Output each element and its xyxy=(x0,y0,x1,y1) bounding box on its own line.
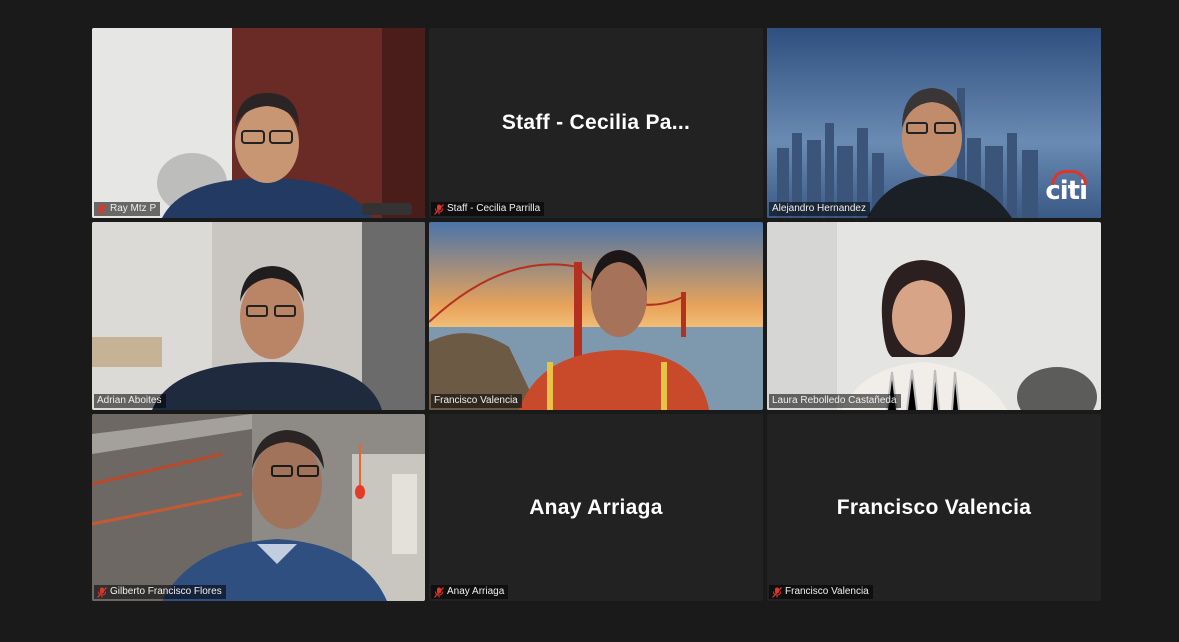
mic-muted-icon xyxy=(772,587,782,598)
participant-video xyxy=(92,222,425,410)
participant-name: Alejandro Hernandez xyxy=(772,203,866,214)
participant-name-label: Staff - Cecilia Parrilla xyxy=(431,202,545,216)
citi-logo: citi xyxy=(1045,170,1088,206)
participant-name-label: Alejandro Hernandez xyxy=(769,202,870,216)
participant-name-label: Francisco Valencia xyxy=(769,585,873,599)
participant-video xyxy=(92,28,425,218)
participant-name-label: Francisco Valencia xyxy=(431,394,522,408)
mic-muted-icon xyxy=(434,587,444,598)
participant-name-label: Adrian Aboites xyxy=(94,394,166,408)
participant-tile-francisco-video[interactable]: Francisco Valencia xyxy=(429,222,763,410)
video-grid: Ray Mtz P Staff - Cecilia Pa... Staff - … xyxy=(92,28,1101,601)
participant-video xyxy=(92,414,425,601)
participant-tile-alejandro[interactable]: citi Alejandro Hernandez xyxy=(767,28,1101,218)
participant-name-label: Anay Arriaga xyxy=(431,585,509,599)
participant-video xyxy=(429,222,763,410)
participant-tile-ray[interactable]: Ray Mtz P xyxy=(92,28,425,218)
participant-name-label: Ray Mtz P xyxy=(94,202,161,216)
mic-muted-icon xyxy=(97,204,107,215)
participant-name: Francisco Valencia xyxy=(434,395,518,406)
participant-name-label: Laura Rebolledo Castañeda xyxy=(769,394,901,408)
participant-tile-adrian[interactable]: Adrian Aboites xyxy=(92,222,425,410)
participant-name: Francisco Valencia xyxy=(785,586,869,597)
participant-name-label: Gilberto Francisco Flores xyxy=(94,585,226,599)
participant-tile-anay[interactable]: Anay Arriaga Anay Arriaga xyxy=(429,414,763,601)
mic-muted-icon xyxy=(97,587,107,598)
participant-name: Ray Mtz P xyxy=(110,203,157,214)
participant-display-name: Francisco Valencia xyxy=(836,495,1032,519)
mic-muted-icon xyxy=(434,204,444,215)
participant-tile-cecilia[interactable]: Staff - Cecilia Pa... Staff - Cecilia Pa… xyxy=(429,28,763,218)
participant-name: Adrian Aboites xyxy=(97,395,162,406)
participant-tile-laura[interactable]: Laura Rebolledo Castañeda xyxy=(767,222,1101,410)
participant-tile-gilberto[interactable]: Gilberto Francisco Flores xyxy=(92,414,425,601)
participant-tile-francisco-off[interactable]: Francisco Valencia Francisco Valencia xyxy=(767,414,1101,601)
participant-name: Staff - Cecilia Parrilla xyxy=(447,203,541,214)
participant-name: Gilberto Francisco Flores xyxy=(110,586,222,597)
participant-name: Anay Arriaga xyxy=(447,586,505,597)
participant-display-name: Anay Arriaga xyxy=(529,495,663,519)
participant-video xyxy=(767,222,1101,410)
participant-display-name: Staff - Cecilia Pa... xyxy=(501,111,691,134)
participant-name: Laura Rebolledo Castañeda xyxy=(772,395,897,406)
